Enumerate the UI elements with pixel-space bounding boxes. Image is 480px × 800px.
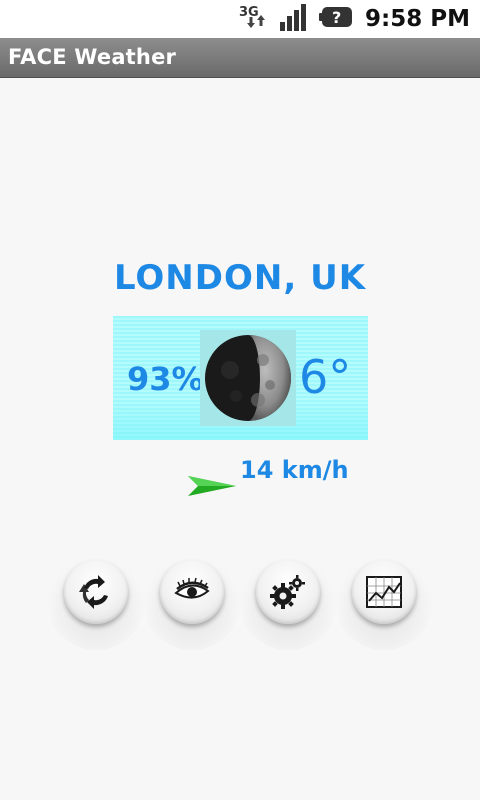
view-button[interactable] — [160, 560, 224, 624]
temperature-value: 6° — [299, 350, 352, 404]
chart-button[interactable] — [352, 560, 416, 624]
status-bar: 3G ? 9:58 PM — [0, 0, 480, 38]
settings-button-wrap — [240, 558, 336, 650]
humidity-value: 93% — [127, 360, 204, 398]
refresh-button[interactable] — [64, 560, 128, 624]
status-icons: 3G ? 9:58 PM — [237, 2, 470, 36]
green-wind-arrow-icon — [186, 473, 238, 503]
refresh-arrows-icon — [79, 575, 108, 609]
settings-button[interactable] — [256, 560, 320, 624]
gears-icon — [270, 575, 305, 609]
title-bar: FACE Weather — [0, 38, 480, 78]
line-chart-icon — [366, 576, 402, 608]
app-title: FACE Weather — [8, 45, 177, 69]
3g-data-icon: 3G — [237, 2, 272, 36]
status-time: 9:58 PM — [365, 6, 470, 32]
moon-phase-icon — [200, 330, 296, 426]
main-content: LONDON, UK 93% 6° 14 km/h — [0, 78, 480, 800]
eye-icon — [174, 577, 210, 599]
refresh-button-wrap — [48, 558, 144, 650]
view-button-wrap — [144, 558, 240, 650]
location-label: LONDON, UK — [113, 258, 367, 298]
chart-button-wrap — [336, 558, 432, 650]
svg-text:?: ? — [332, 8, 341, 27]
network-label: 3G — [239, 5, 259, 20]
wind-speed: 14 km/h — [240, 456, 349, 484]
signal-bars-icon — [279, 2, 311, 36]
battery-unknown-icon: ? — [319, 5, 353, 33]
weather-panel: 93% 6° — [113, 316, 368, 440]
